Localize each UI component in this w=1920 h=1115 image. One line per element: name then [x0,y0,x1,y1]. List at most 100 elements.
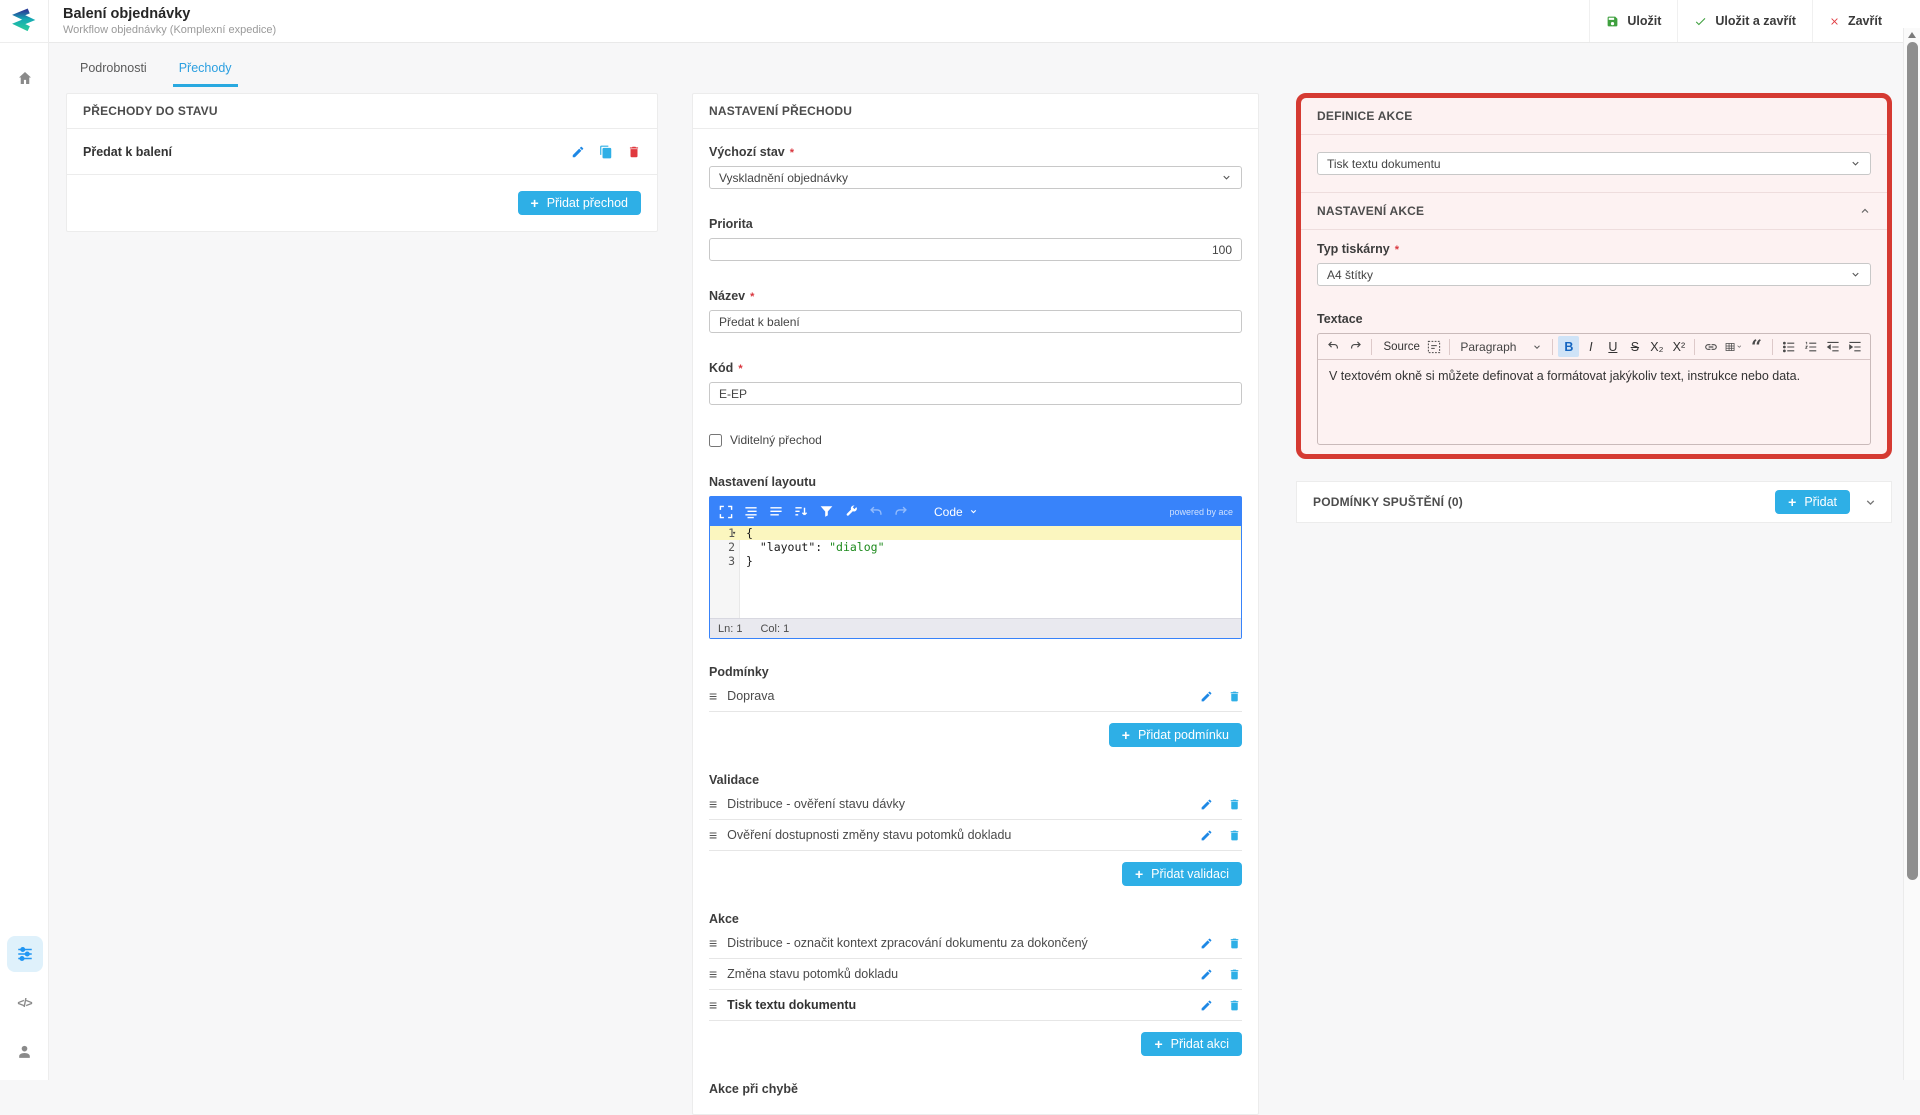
edit-pencil-icon[interactable] [1199,797,1214,812]
drag-handle-icon[interactable]: ≡ [709,935,717,951]
copy-icon[interactable] [598,144,613,159]
outdent-icon[interactable] [1822,336,1843,357]
action-type-select[interactable]: Tisk textu dokumentu [1317,152,1871,175]
paragraph-dropdown[interactable]: Paragraph [1455,336,1547,357]
tab-details[interactable]: Podrobnosti [78,52,149,84]
select-all-icon[interactable] [1423,336,1444,357]
app-logo[interactable] [0,0,48,43]
priority-input[interactable] [709,238,1242,261]
add-validation-button[interactable]: + Přidat validaci [1122,862,1242,886]
json-editor-body[interactable]: 1 ▾ { 2 "layout": "dialog" 3 } [710,526,1241,618]
required-asterisk: * [1395,244,1399,256]
undo-icon[interactable] [868,504,884,520]
user-profile-icon[interactable] [0,1034,49,1068]
blockquote-icon[interactable]: “ [1746,336,1767,357]
add-transition-button[interactable]: + Přidat přechod [518,191,642,215]
action-row[interactable]: ≡ Změna stavu potomků dokladu [709,959,1242,990]
redo-icon[interactable] [1345,336,1366,357]
table-dropdown[interactable] [1722,336,1745,357]
drag-handle-icon[interactable]: ≡ [709,966,717,982]
save-and-close-button[interactable]: Uložit a zavřít [1677,0,1812,42]
edit-pencil-icon[interactable] [1199,936,1214,951]
add-action-row: + Přidat akci [709,1032,1242,1056]
status-col: Col: 1 [760,623,789,635]
action-row[interactable]: ≡ Distribuce - označit kontext zpracován… [709,928,1242,959]
scrollbar-thumb[interactable] [1907,42,1918,880]
underline-button[interactable]: U [1602,336,1623,357]
rte-content[interactable]: V textovém okně si můžete definovat a fo… [1318,360,1870,444]
tab-transitions[interactable]: Přechody [177,52,234,84]
drag-handle-icon[interactable]: ≡ [709,997,717,1013]
workflow-settings-icon[interactable] [7,936,43,972]
delete-trash-icon[interactable] [1227,828,1242,843]
add-run-condition-button[interactable]: + Přidat [1775,490,1850,514]
columns: PŘECHODY DO STAVU Předat k balení [49,93,1920,1115]
editor-mode-menu[interactable]: Code [934,505,978,519]
code-view-icon[interactable]: </> [0,986,49,1020]
save-button[interactable]: Uložit [1589,0,1677,42]
required-asterisk: * [738,363,742,375]
run-conditions-card: PODMÍNKY SPUŠTĚNÍ (0) + Přidat [1296,481,1892,523]
add-condition-button[interactable]: + Přidat podmínku [1109,723,1242,747]
format-icon[interactable] [743,504,759,520]
undo-icon[interactable] [1323,336,1344,357]
delete-trash-icon[interactable] [1227,689,1242,704]
edit-pencil-icon[interactable] [1199,689,1214,704]
compact-icon[interactable] [768,504,784,520]
json-layout-editor[interactable]: Code powered by ace 1 ▾ { [709,496,1242,639]
indent-icon[interactable] [1844,336,1865,357]
printer-type-select[interactable]: A4 štítky [1317,263,1871,286]
fold-triangle-icon[interactable]: ▾ [732,526,736,540]
validation-row[interactable]: ≡ Distribuce - ověření stavu dávky [709,789,1242,820]
source-state-select[interactable]: Vyskladnění objednávky [709,166,1242,189]
edit-pencil-icon[interactable] [1199,998,1214,1013]
chevron-down-icon [1736,342,1743,351]
repair-wrench-icon[interactable] [843,504,859,520]
transitions-card: PŘECHODY DO STAVU Předat k balení [66,93,658,232]
delete-trash-icon[interactable] [1227,998,1242,1013]
plus-icon: + [1154,1037,1162,1051]
close-label: Zavřít [1848,14,1882,28]
subscript-button[interactable]: X₂ [1646,336,1667,357]
drag-handle-icon[interactable]: ≡ [709,827,717,843]
bold-button[interactable]: B [1558,336,1579,357]
chevron-down-icon [1850,158,1861,169]
superscript-button[interactable]: X² [1668,336,1689,357]
visible-transition-checkbox[interactable] [709,434,722,447]
edit-pencil-icon[interactable] [570,144,585,159]
action-row-selected[interactable]: ≡ Tisk textu dokumentu [709,990,1242,1021]
validation-row[interactable]: ≡ Ověření dostupnosti změny stavu potomk… [709,820,1242,851]
drag-handle-icon[interactable]: ≡ [709,688,717,704]
source-state-value: Vyskladnění objednávky [719,171,848,185]
delete-trash-icon[interactable] [1227,936,1242,951]
bulleted-list-icon[interactable] [1778,336,1799,357]
chevron-down-icon [1532,342,1542,352]
row-actions [1199,967,1242,982]
name-input[interactable] [709,310,1242,333]
redo-icon[interactable] [893,504,909,520]
delete-trash-icon[interactable] [1227,797,1242,812]
source-button[interactable]: Source [1377,336,1422,357]
edit-pencil-icon[interactable] [1199,967,1214,982]
strikethrough-button[interactable]: S [1624,336,1645,357]
condition-row[interactable]: ≡ Doprava [709,681,1242,712]
delete-trash-icon[interactable] [626,144,641,159]
close-button[interactable]: Zavřít [1812,0,1898,42]
filter-funnel-icon[interactable] [818,504,834,520]
drag-handle-icon[interactable]: ≡ [709,796,717,812]
sort-icon[interactable] [793,504,809,520]
transition-list-item[interactable]: Předat k balení [67,129,657,175]
link-icon[interactable] [1700,336,1721,357]
add-action-button[interactable]: + Přidat akci [1141,1032,1242,1056]
home-icon[interactable] [0,61,49,95]
page-scrollbar[interactable] [1903,28,1920,1080]
code-input[interactable] [709,382,1242,405]
numbered-list-icon[interactable] [1800,336,1821,357]
chevron-up-icon[interactable] [1859,205,1871,217]
scroll-up-arrow[interactable] [1908,32,1916,38]
delete-trash-icon[interactable] [1227,967,1242,982]
chevron-down-icon[interactable] [1864,496,1877,509]
edit-pencil-icon[interactable] [1199,828,1214,843]
italic-button[interactable]: I [1580,336,1601,357]
expand-icon[interactable] [718,504,734,520]
